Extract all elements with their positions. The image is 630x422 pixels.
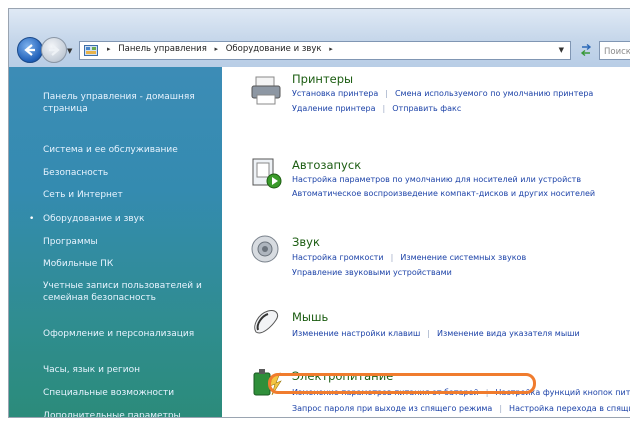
link-autoplay-cd[interactable]: Автоматическое воспроизведение компакт-д… (292, 189, 595, 198)
address-bar[interactable]: ▸ Панель управления ▸ Оборудование и зву… (79, 41, 571, 60)
link-install-printer[interactable]: Установка принтера (292, 89, 378, 98)
link-system-sounds[interactable]: Изменение системных звуков (400, 253, 526, 262)
speaker-icon (251, 235, 279, 263)
link-remove-printer[interactable]: Удаление принтера (292, 104, 376, 113)
refresh-icon (580, 43, 592, 57)
address-dropdown-icon[interactable]: ▼ (559, 46, 564, 54)
highlight-marker (268, 373, 536, 394)
link-default-printer[interactable]: Смена используемого по умолчанию принтер… (395, 89, 593, 98)
printer-icon (251, 76, 281, 105)
link-send-fax[interactable]: Отправить факс (392, 104, 461, 113)
refresh-button[interactable] (575, 41, 597, 60)
link-mouse-buttons[interactable]: Изменение настройки клавиш (292, 329, 420, 338)
mouse-icon (254, 310, 279, 334)
sidebar-item-appearance[interactable]: Оформление и персонализация (43, 328, 213, 340)
breadcrumb-chevron-icon[interactable]: ▸ (329, 45, 333, 53)
autoplay-icon (252, 158, 282, 189)
link-adjust-volume[interactable]: Настройка громкости (292, 253, 384, 262)
category-title[interactable]: Звук (292, 235, 320, 249)
breadcrumb-chevron-icon[interactable]: ▸ (107, 45, 111, 53)
control-panel-icon (84, 45, 98, 56)
arrow-right-icon (49, 44, 60, 56)
category-title[interactable]: Принтеры (292, 72, 353, 86)
link-mouse-pointer[interactable]: Изменение вида указателя мыши (437, 329, 580, 338)
breadcrumb-chevron-icon[interactable]: ▸ (215, 45, 219, 53)
sidebar-item-system[interactable]: Система и ее обслуживание (43, 144, 213, 156)
address-toolbar: ▼ ▸ Панель управления ▸ Оборудование и з… (9, 9, 630, 68)
sidebar-item-home[interactable]: Панель управления - домашняя страница (43, 91, 213, 115)
sidebar: Панель управления - домашняя страница Си… (9, 67, 222, 417)
sidebar-item-clock-language[interactable]: Часы, язык и регион (43, 364, 213, 376)
category-title[interactable]: Автозапуск (292, 158, 361, 172)
sidebar-item-programs[interactable]: Программы (43, 236, 213, 248)
sidebar-item-network[interactable]: Сеть и Интернет (43, 189, 213, 201)
sidebar-item-accessibility[interactable]: Специальные возможности (43, 387, 213, 399)
search-input[interactable] (599, 41, 630, 60)
link-autoplay-defaults[interactable]: Настройка параметров по умолчанию для но… (292, 175, 581, 184)
sidebar-item-hardware-sound[interactable]: Оборудование и звук (29, 213, 213, 225)
link-audio-devices[interactable]: Управление звуковыми устройствами (292, 268, 452, 277)
breadcrumb-hardware-sound[interactable]: Оборудование и звук (226, 44, 322, 54)
link-sleep-settings[interactable]: Настройка перехода в спящий режим (509, 404, 630, 413)
explorer-window: ▼ ▸ Панель управления ▸ Оборудование и з… (8, 8, 630, 418)
link-require-password[interactable]: Запрос пароля при выходе из спящего режи… (292, 404, 492, 413)
category-title[interactable]: Мышь (292, 310, 328, 324)
sidebar-item-additional[interactable]: Дополнительные параметры (43, 410, 213, 417)
arrow-left-icon (24, 44, 35, 56)
sidebar-item-mobile-pc[interactable]: Мобильные ПК (43, 258, 213, 270)
back-button[interactable] (17, 37, 43, 63)
sidebar-item-user-accounts[interactable]: Учетные записи пользователей и семейная … (43, 280, 213, 304)
sidebar-item-security[interactable]: Безопасность (43, 167, 213, 179)
breadcrumb-control-panel[interactable]: Панель управления (118, 44, 207, 54)
forward-button[interactable] (41, 37, 67, 63)
content-pane: Принтеры Установка принтера | Смена исполь… (222, 67, 630, 417)
recent-pages-dropdown[interactable]: ▼ (67, 47, 72, 55)
